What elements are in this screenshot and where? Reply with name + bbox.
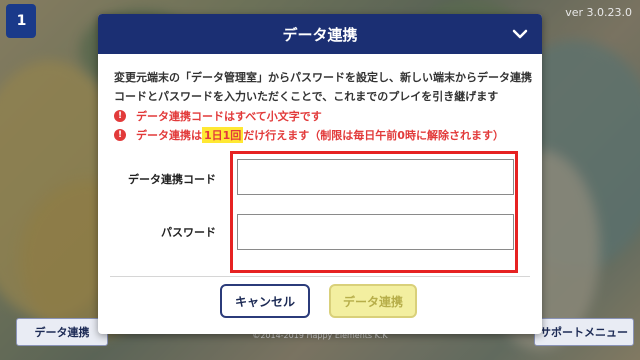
warning-text-prefix: データ連携は <box>136 129 202 142</box>
exclamation-circle-icon: ! <box>114 129 126 141</box>
link-code-label: データ連携コード <box>128 173 216 186</box>
password-input[interactable] <box>237 214 514 250</box>
app-logo: 1 <box>6 4 36 38</box>
warning-text-suffix: だけ行えます（制限は毎日午前0時に解除されます） <box>243 129 504 142</box>
exclamation-circle-icon: ! <box>114 110 126 122</box>
screen: 1 ver 3.0.23.0 データ連携 サポートメニュー ©2014-2019… <box>0 0 640 360</box>
logo-mark: 1 <box>16 13 27 29</box>
warning-text: データ連携コードはすべて小文字です <box>136 110 322 123</box>
dialog-header: データ連携 <box>98 14 542 54</box>
chevron-down-icon[interactable] <box>512 26 528 42</box>
warning-note-limit: ! データ連携は 1日1回 だけ行えます（制限は毎日午前0時に解除されます） <box>114 127 504 143</box>
dialog-description: 変更元端末の「データ管理室」からパスワードを設定し、新しい端末からデータ連携コー… <box>114 71 532 103</box>
submit-link-button[interactable]: データ連携 <box>329 284 417 318</box>
data-link-dialog: データ連携 変更元端末の「データ管理室」からパスワードを設定し、新しい端末からデ… <box>98 14 542 334</box>
divider <box>110 276 530 277</box>
dialog-title: データ連携 <box>282 25 358 44</box>
password-label: パスワード <box>161 226 216 239</box>
warning-note-lowercase: ! データ連携コードはすべて小文字です <box>114 108 322 124</box>
cancel-button[interactable]: キャンセル <box>220 284 310 318</box>
link-code-input[interactable] <box>237 159 514 195</box>
warning-highlight: 1日1回 <box>202 127 244 143</box>
version-label: ver 3.0.23.0 <box>565 6 632 19</box>
